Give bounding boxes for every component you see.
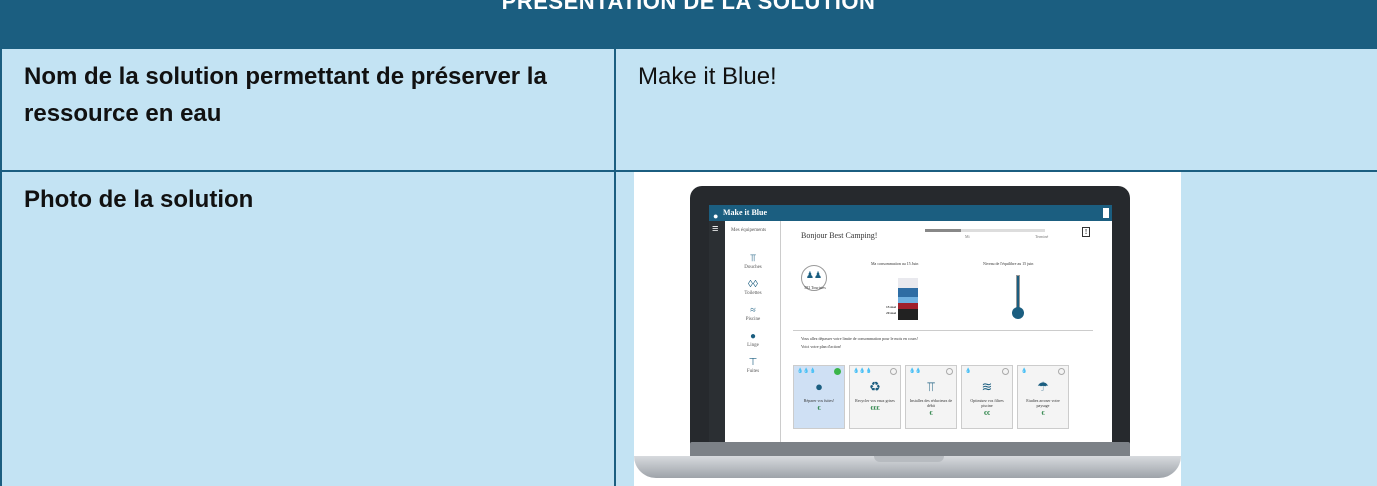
- photo-label: Photo de la solution: [24, 186, 254, 213]
- action-card-pool-filters[interactable]: 💧 ≋ Optimisez vos filtres piscine €€: [961, 365, 1013, 429]
- drops-rating: 💧💧💧: [797, 369, 816, 374]
- app-name: Make it Blue: [723, 208, 767, 217]
- header-corner-icon: [1103, 208, 1109, 218]
- shower-icon: ⫪: [750, 253, 756, 264]
- section-title: PRÉSENTATION DE LA SOLUTION: [501, 0, 876, 14]
- equilibrium-title: Niveau de l'équilibre au 15 juin: [983, 261, 1034, 266]
- check-icon: [946, 368, 953, 375]
- section-banner: PRÉSENTATION DE LA SOLUTION: [0, 0, 1377, 47]
- nav-item-label: Linge: [747, 343, 759, 348]
- card-text: Etudiez arroser votre paysage: [1026, 398, 1060, 408]
- solution-name-value: Make it Blue!: [638, 63, 777, 90]
- card-price: €: [817, 406, 821, 412]
- thermometer: [1016, 275, 1020, 309]
- nav-item-linge: ● Linge: [725, 331, 781, 348]
- action-card-landscape[interactable]: 💧 ☂ Etudiez arroser votre paysage €: [1017, 365, 1069, 429]
- action-card-fix-leaks[interactable]: 💧💧💧 ● Réparer vos fuites! €: [793, 365, 845, 429]
- sprinkler-icon: ☂: [1037, 379, 1049, 394]
- warning-message: Vous allez dépasser votre limite de cons…: [801, 336, 918, 341]
- card-price: €: [1041, 411, 1045, 417]
- water-drop-icon: ●: [749, 331, 757, 342]
- menu-icon: ≡: [712, 223, 719, 235]
- drops-rating: 💧: [1021, 369, 1028, 374]
- stack-label: 15 mai: [886, 305, 897, 309]
- card-text: Réparer vos fuites!: [803, 398, 835, 403]
- solution-photo: ● Make it Blue ≡ Mes équipements ⫪ Douche…: [634, 172, 1181, 486]
- drops-rating: 💧💧: [909, 369, 922, 374]
- nav-item-label: Piscine: [745, 317, 761, 322]
- recycle-icon: ♻: [869, 379, 881, 394]
- swimmer-icon: ≈: [750, 305, 756, 316]
- pool-icon: ≋: [981, 379, 993, 394]
- check-icon: [890, 368, 897, 375]
- photo-label-cell: Photo de la solution: [0, 170, 614, 486]
- progress-fill: [925, 229, 961, 232]
- solution-name-value-cell: Make it Blue!: [614, 47, 1377, 170]
- check-icon: [834, 368, 841, 375]
- presentation-table: PRÉSENTATION DE LA SOLUTION Nom de la so…: [0, 0, 1377, 486]
- stack-segment: [898, 309, 918, 320]
- card-text: Optimisez vos filtres piscine: [970, 398, 1004, 408]
- nav-item-douches: ⫪ Douches: [725, 253, 781, 270]
- progress-label-start: Mi: [965, 234, 970, 239]
- card-price: €€€: [870, 406, 880, 412]
- toilet-icon: ◊◊: [748, 279, 758, 290]
- card-price: €: [929, 411, 933, 417]
- nav-heading: Mes équipements: [731, 228, 767, 233]
- solution-name-label-cell: Nom de la solution permettant de préserv…: [0, 47, 614, 170]
- divider: [793, 330, 1093, 331]
- laptop-notch: [874, 456, 944, 462]
- action-plan-message: Voici votre plan d'action!: [801, 344, 842, 349]
- nav-item-label: Toilettes: [744, 291, 762, 296]
- thermometer-bulb: [1012, 307, 1024, 319]
- dashboard: Bonjour Best Camping! Mi Terminé ! ♟♟ 58…: [789, 221, 1112, 442]
- card-price: €€: [984, 411, 990, 417]
- check-icon: [1058, 368, 1065, 375]
- card-text: Recycler vos eaux grises: [855, 398, 895, 403]
- app-sidebar: ≡: [709, 221, 725, 442]
- occupancy-label: 582 Touristes: [804, 285, 826, 290]
- month-progress-bar: [925, 229, 1045, 232]
- consumption-stack: [898, 278, 918, 320]
- nav-item-label: Douches: [744, 265, 762, 270]
- action-card-recycle[interactable]: 💧💧💧 ♻ Recycler vos eaux grises €€€: [849, 365, 901, 429]
- app-header: ● Make it Blue: [709, 205, 1112, 221]
- drops-rating: 💧💧💧: [853, 369, 872, 374]
- check-icon: [1002, 368, 1009, 375]
- alert-icon: !: [1082, 227, 1090, 237]
- laptop-screen: ● Make it Blue ≡ Mes équipements ⫪ Douche…: [709, 205, 1112, 442]
- solution-name-label: Nom de la solution permettant de préserv…: [24, 63, 547, 127]
- nav-item-piscine: ≈ Piscine: [725, 305, 781, 322]
- action-cards: 💧💧💧 ● Réparer vos fuites! € 💧💧💧 ♻ Recycl…: [725, 365, 1112, 442]
- drops-rating: 💧: [965, 369, 972, 374]
- card-text: Installez des réducteurs de débit: [909, 398, 953, 408]
- stack-segment: [898, 288, 918, 297]
- shower-icon: ⫪: [927, 379, 935, 394]
- nav-item-toilettes: ◊◊ Toilettes: [725, 279, 781, 296]
- progress-label-end: Terminé: [1035, 234, 1049, 239]
- stack-segment: [898, 278, 918, 288]
- water-drop-icon: ●: [815, 379, 823, 394]
- greeting: Bonjour Best Camping!: [801, 231, 878, 240]
- consumption-title: Ma consommation au 15 Juin: [871, 261, 919, 266]
- stack-label: 20 mai: [886, 311, 897, 315]
- action-card-flow-reducers[interactable]: 💧💧 ⫪ Installez des réducteurs de débit €: [905, 365, 957, 429]
